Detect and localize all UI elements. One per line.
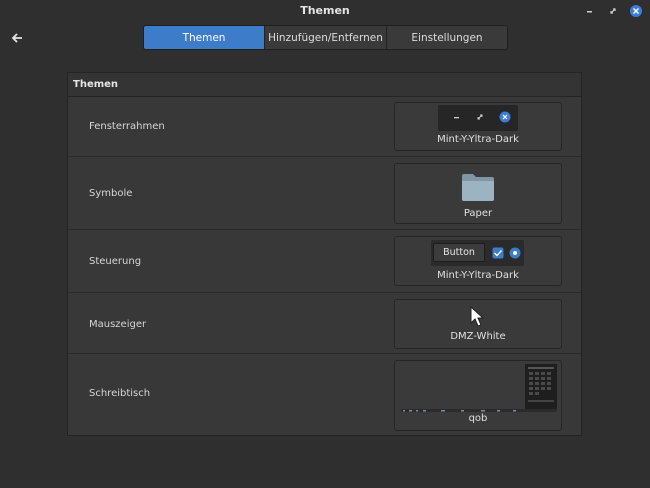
title-bar: Themen Themen Hinzufügen/Entfernen Einst…: [0, 0, 650, 60]
desktop-chooser[interactable]: qob: [394, 360, 562, 431]
minimize-icon: [587, 11, 592, 13]
tab-einstellungen[interactable]: Einstellungen: [387, 26, 507, 49]
row-label: Mauszeiger: [89, 319, 147, 330]
controls-value: Mint-Y-Yltra-Dark: [437, 270, 519, 281]
row-symbole: Symbole Paper: [68, 157, 581, 230]
controls-preview: Button: [431, 240, 524, 266]
checkbox-icon: [492, 247, 504, 259]
desktop-preview: [401, 364, 557, 412]
window-border-preview: [438, 105, 518, 131]
row-mauszeiger: Mauszeiger DMZ-White: [68, 293, 581, 354]
window-border-value: Mint-Y-Yltra-Dark: [437, 134, 519, 145]
cursor-value: DMZ-White: [450, 331, 506, 342]
controls-chooser[interactable]: Button Mint-Y-Yltra-Dark: [394, 236, 562, 286]
themes-panel: Themen Fensterrahmen Mint-Y-Yltra-Dark S…: [67, 72, 582, 436]
row-label: Symbole: [89, 188, 133, 199]
row-schreibtisch: Schreibtisch qob: [68, 354, 581, 435]
row-steuerung: Steuerung Button Mint-Y-Yltra-Dark: [68, 230, 581, 293]
icons-value: Paper: [463, 208, 493, 219]
window-border-chooser[interactable]: Mint-Y-Yltra-Dark: [394, 102, 562, 151]
radio-icon: [509, 247, 521, 259]
window-title: Themen: [300, 4, 350, 17]
folder-icon: [462, 174, 494, 201]
panel-title: Themen: [68, 73, 581, 97]
desktop-value: qob: [468, 413, 488, 424]
tab-themen[interactable]: Themen: [144, 26, 265, 49]
back-button[interactable]: [9, 30, 25, 46]
row-label: Fensterrahmen: [89, 121, 165, 132]
icons-chooser[interactable]: Paper: [394, 163, 562, 224]
maximize-button[interactable]: [606, 4, 620, 18]
tab-hinzufuegen-entfernen[interactable]: Hinzufügen/Entfernen: [265, 26, 387, 49]
close-button[interactable]: [629, 4, 643, 18]
row-label: Schreibtisch: [89, 388, 151, 399]
cursor-icon: [470, 306, 484, 327]
close-icon: [630, 5, 642, 17]
cursor-chooser[interactable]: DMZ-White: [394, 299, 562, 349]
row-label: Steuerung: [89, 256, 142, 267]
back-arrow-icon: [11, 33, 22, 43]
row-fensterrahmen: Fensterrahmen Mint-Y-Yltra-Dark: [68, 97, 581, 157]
preview-button: Button: [433, 243, 485, 262]
tab-bar: Themen Hinzufügen/Entfernen Einstellunge…: [143, 25, 508, 50]
minimize-button[interactable]: [583, 4, 597, 18]
restore-icon: [610, 8, 616, 14]
